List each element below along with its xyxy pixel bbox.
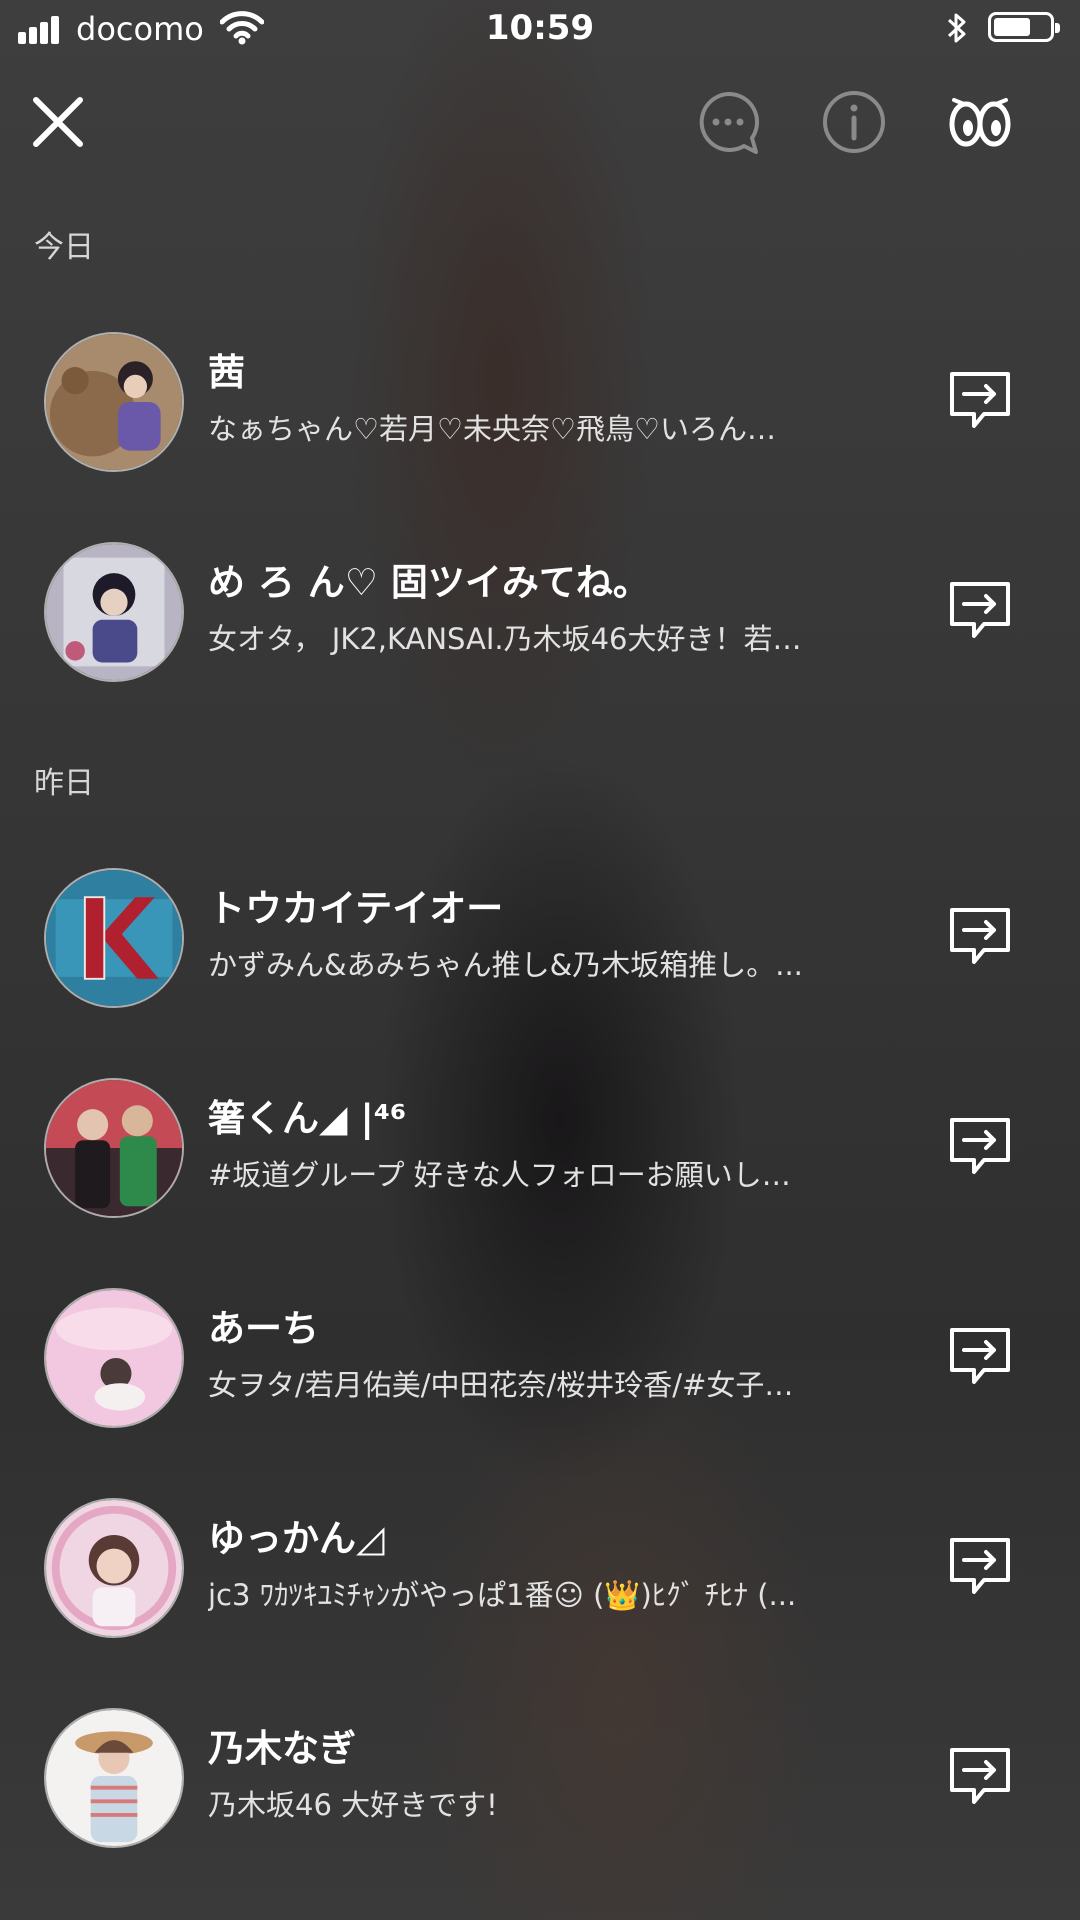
user-bio: jc3 ﾜｶﾂｷﾕﾐﾁｬﾝがやっぱ1番☺ (👑)ﾋｸﾞ ﾁﾋﾅ (... <box>208 1578 797 1612</box>
share-button[interactable] <box>946 1320 1016 1390</box>
viewer-row[interactable]: め ろ ん♡ 固ツイみてね。 女オタ， JK2,KANSAI.乃木坂46大好き！… <box>0 512 1080 712</box>
info-button[interactable] <box>818 86 890 158</box>
share-arrow-icon <box>950 1748 1010 1804</box>
user-name: 箸くん◢ |⁴⁶ <box>208 1097 407 1140</box>
user-name: 乃木なぎ <box>208 1727 356 1770</box>
share-arrow-icon <box>950 1538 1010 1594</box>
share-button[interactable] <box>946 900 1016 970</box>
close-button[interactable] <box>22 86 94 158</box>
battery-icon <box>988 12 1060 42</box>
status-time: 10:59 <box>485 8 595 48</box>
viewer-row[interactable]: あーち 女ヲタ/若月佑美/中田花奈/桜井玲香/#女子… <box>0 1258 1080 1458</box>
share-arrow-icon <box>950 1118 1010 1174</box>
share-button[interactable] <box>946 1530 1016 1600</box>
user-bio: かずみん&あみちゃん推し&乃木坂箱推し。... <box>208 948 803 982</box>
viewer-row[interactable]: ゆっかん◿ jc3 ﾜｶﾂｷﾕﾐﾁｬﾝがやっぱ1番☺ (👑)ﾋｸﾞ ﾁﾋﾅ (.… <box>0 1468 1080 1668</box>
user-name: め ろ ん♡ 固ツイみてね。 <box>208 561 650 604</box>
user-bio: 女オタ， JK2,KANSAI.乃木坂46大好き！若… <box>208 622 802 656</box>
viewer-row[interactable]: 箸くん◢ |⁴⁶ #坂道グループ 好きな人フォローお願いし… <box>0 1048 1080 1248</box>
avatar[interactable] <box>44 1288 184 1428</box>
user-name: 茜 <box>208 351 245 394</box>
avatar[interactable] <box>44 542 184 682</box>
viewer-row[interactable]: 乃木なぎ 乃木坂46 大好きです! <box>0 1678 1080 1878</box>
eyes-icon <box>949 98 1011 147</box>
avatar[interactable] <box>44 1078 184 1218</box>
section-label-today: 今日 <box>34 230 94 265</box>
user-bio: 乃木坂46 大好きです! <box>208 1788 498 1822</box>
info-icon <box>823 91 885 153</box>
close-icon <box>33 97 83 147</box>
share-arrow-icon <box>950 372 1010 428</box>
chat-bubble-icon <box>699 91 760 154</box>
user-bio: #坂道グループ 好きな人フォローお願いし… <box>208 1158 791 1192</box>
comment-button[interactable] <box>692 86 764 158</box>
avatar[interactable] <box>44 1498 184 1638</box>
viewers-button[interactable] <box>944 86 1016 158</box>
share-arrow-icon <box>950 908 1010 964</box>
user-bio: なぁちゃん♡若月♡未央奈♡飛鳥♡いろん… <box>208 412 776 446</box>
share-arrow-icon <box>950 1328 1010 1384</box>
share-arrow-icon <box>950 582 1010 638</box>
status-bar: docomo 10:59 <box>0 0 1080 60</box>
user-name: あーち <box>208 1307 319 1350</box>
avatar[interactable] <box>44 1708 184 1848</box>
share-button[interactable] <box>946 1110 1016 1180</box>
bluetooth-icon <box>947 13 966 43</box>
user-name: ゆっかん◿ <box>208 1517 385 1560</box>
share-button[interactable] <box>946 574 1016 644</box>
user-bio: 女ヲタ/若月佑美/中田花奈/桜井玲香/#女子… <box>208 1368 794 1402</box>
avatar[interactable] <box>44 332 184 472</box>
viewer-row[interactable]: トウカイテイオー かずみん&あみちゃん推し&乃木坂箱推し。... <box>0 838 1080 1038</box>
avatar[interactable] <box>44 868 184 1008</box>
section-label-yesterday: 昨日 <box>34 766 94 801</box>
share-button[interactable] <box>946 364 1016 434</box>
share-button[interactable] <box>946 1740 1016 1810</box>
viewer-row[interactable]: 茜 なぁちゃん♡若月♡未央奈♡飛鳥♡いろん… <box>0 302 1080 502</box>
user-name: トウカイテイオー <box>208 887 504 930</box>
